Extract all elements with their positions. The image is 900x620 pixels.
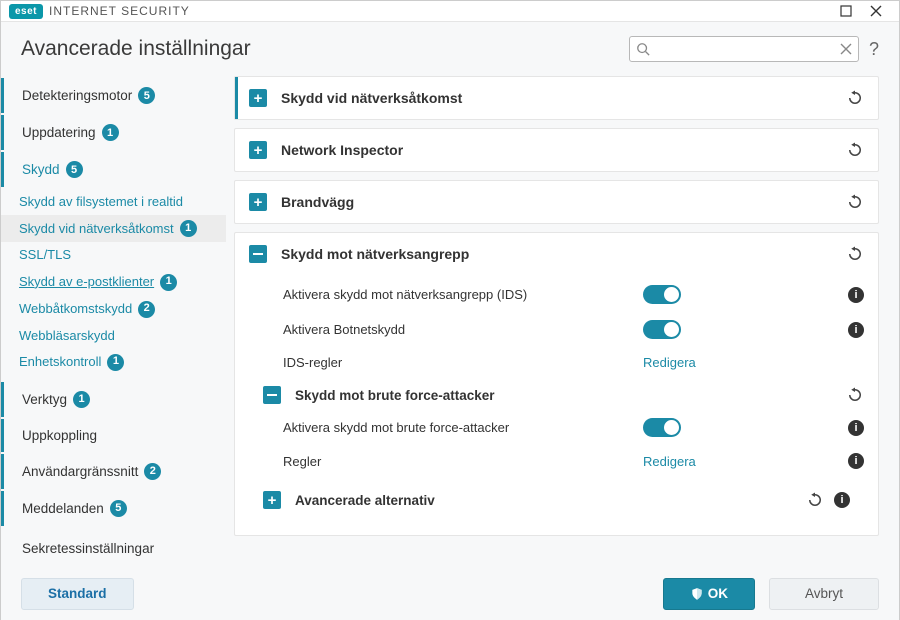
sidebar: Detekteringsmotor5 Uppdatering1 Skydd5 S… <box>1 72 226 565</box>
expand-icon[interactable] <box>249 193 267 211</box>
sidebar-item-skydd[interactable]: Skydd5 <box>1 152 226 187</box>
sidebar-sub-webblasarskydd[interactable]: Webbläsarskydd <box>1 323 226 349</box>
panel-skydd-natverksatkomst[interactable]: Skydd vid nätverksåtkomst <box>235 77 878 119</box>
sidebar-sub-enhetskontroll[interactable]: Enhetskontroll1 <box>1 349 226 376</box>
row-aktivera-ids: Aktivera skydd mot nätverksangrepp (IDS)… <box>249 277 864 312</box>
reset-icon[interactable] <box>846 386 864 404</box>
brand-product: INTERNET SECURITY <box>49 4 190 18</box>
row-aktivera-botnet: Aktivera Botnetskydd i <box>249 312 864 347</box>
reset-icon[interactable] <box>806 491 824 509</box>
search-box[interactable] <box>629 36 859 62</box>
window-maximize-icon[interactable] <box>831 1 861 21</box>
sidebar-sub-ssl-tls[interactable]: SSL/TLS <box>1 242 226 268</box>
reset-icon[interactable] <box>846 193 864 211</box>
row-ids-regler: IDS-regler Redigera <box>249 347 864 378</box>
info-icon[interactable]: i <box>848 453 864 469</box>
collapse-icon[interactable] <box>263 386 281 404</box>
subpanel-avancerade-alternativ[interactable]: Avancerade alternativ i <box>249 477 864 523</box>
sidebar-sub-epostklienter[interactable]: Skydd av e-postklienter1 <box>1 269 226 296</box>
panel-network-inspector[interactable]: Network Inspector <box>235 129 878 171</box>
search-input[interactable] <box>650 42 840 56</box>
expand-icon[interactable] <box>263 491 281 509</box>
toggle-ids[interactable] <box>643 285 681 304</box>
subpanel-brute-force[interactable]: Skydd mot brute force-attacker <box>249 378 864 410</box>
sidebar-sub-webbatkomstskydd[interactable]: Webbåtkomstskydd2 <box>1 296 226 323</box>
footer: Standard OK Avbryt <box>1 565 899 620</box>
main: Skydd vid nätverksåtkomst Network Inspec… <box>226 72 899 565</box>
info-icon[interactable]: i <box>848 322 864 338</box>
sidebar-sub-skydd-filsystem[interactable]: Skydd av filsystemet i realtid <box>1 189 226 215</box>
panel-skydd-natverksangrepp[interactable]: Skydd mot nätverksangrepp <box>235 233 878 275</box>
toggle-brute-force[interactable] <box>643 418 681 437</box>
sidebar-item-anvandargranssnitt[interactable]: Användargränssnitt2 <box>1 454 226 489</box>
toggle-botnet[interactable] <box>643 320 681 339</box>
sidebar-item-meddelanden[interactable]: Meddelanden5 <box>1 491 226 526</box>
titlebar: eset INTERNET SECURITY <box>1 1 899 22</box>
window-close-icon[interactable] <box>861 1 891 21</box>
expand-icon[interactable] <box>249 89 267 107</box>
default-button[interactable]: Standard <box>21 578 134 610</box>
row-regler: Regler Redigera i <box>249 445 864 477</box>
info-icon[interactable]: i <box>848 420 864 436</box>
shield-icon <box>690 587 704 601</box>
info-icon[interactable]: i <box>848 287 864 303</box>
collapse-icon[interactable] <box>249 245 267 263</box>
sidebar-item-uppkoppling[interactable]: Uppkoppling <box>1 419 226 452</box>
search-clear-icon[interactable] <box>840 43 852 55</box>
info-icon[interactable]: i <box>834 492 850 508</box>
reset-icon[interactable] <box>846 89 864 107</box>
edit-link[interactable]: Redigera <box>643 454 696 469</box>
expand-icon[interactable] <box>249 141 267 159</box>
ok-button[interactable]: OK <box>663 578 755 610</box>
sidebar-item-sekretess[interactable]: Sekretessinställningar <box>1 532 226 565</box>
reset-icon[interactable] <box>846 245 864 263</box>
sidebar-item-detekteringsmotor[interactable]: Detekteringsmotor5 <box>1 78 226 113</box>
search-icon <box>636 42 650 56</box>
sidebar-sub-skydd-natverksatkomst[interactable]: Skydd vid nätverksåtkomst1 <box>1 215 226 242</box>
row-aktivera-brute-force: Aktivera skydd mot brute force-attacker … <box>249 410 864 445</box>
cancel-button[interactable]: Avbryt <box>769 578 879 610</box>
page-title: Avancerade inställningar <box>21 37 251 61</box>
sidebar-item-verktyg[interactable]: Verktyg1 <box>1 382 226 417</box>
sidebar-item-uppdatering[interactable]: Uppdatering1 <box>1 115 226 150</box>
help-icon[interactable]: ? <box>869 39 879 60</box>
brand-badge: eset <box>9 4 43 19</box>
edit-link[interactable]: Redigera <box>643 355 696 370</box>
reset-icon[interactable] <box>846 141 864 159</box>
panel-brandvagg[interactable]: Brandvägg <box>235 181 878 223</box>
